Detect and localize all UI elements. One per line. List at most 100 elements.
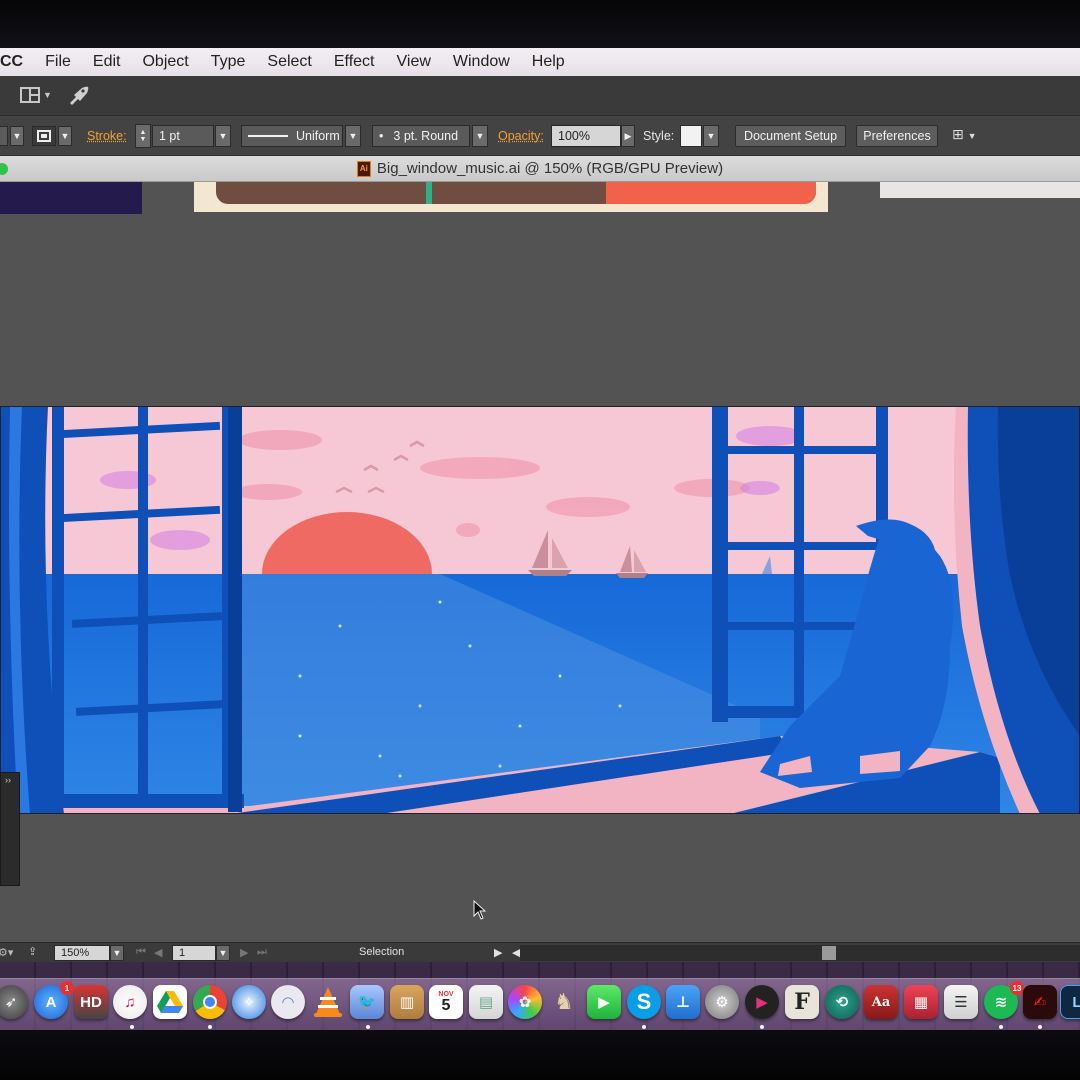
- chess-icon[interactable]: ♞: [547, 985, 581, 1019]
- system-preferences-icon[interactable]: ⚙: [705, 985, 739, 1019]
- brush-label: 3 pt. Round: [393, 129, 459, 143]
- brush-select[interactable]: • 3 pt. Round: [372, 125, 470, 147]
- status-menu-arrow[interactable]: ▶: [494, 946, 502, 959]
- arrange-documents-icon[interactable]: ⊞ ▼: [952, 126, 992, 146]
- window-sea-illustration[interactable]: [0, 406, 1080, 814]
- stroke-weight-input[interactable]: 1 pt: [152, 125, 214, 147]
- last-artboard-icon[interactable]: ⏭: [257, 946, 267, 959]
- style-swatch[interactable]: [680, 125, 702, 147]
- running-indicator: [130, 1025, 134, 1029]
- notes-icon[interactable]: ☰: [944, 985, 978, 1019]
- app-store-icon[interactable]: A1: [34, 981, 74, 1019]
- menu-type[interactable]: Type: [211, 53, 246, 71]
- stroke-profile-select[interactable]: Uniform: [241, 125, 343, 147]
- running-indicator: [999, 1025, 1003, 1029]
- stroke-weight-dropdown[interactable]: ▼: [215, 125, 231, 147]
- chrome-icon[interactable]: [193, 985, 227, 1019]
- horizontal-scrollbar[interactable]: [520, 945, 1080, 961]
- running-indicator: [760, 1025, 764, 1029]
- menu-object[interactable]: Object: [142, 53, 188, 71]
- status-bar: ⚙▾ ⇪ 150% ▼ ⏮ ◀ 1 ▼ ▶ ⏭ Selection ▶ ◀: [0, 942, 1080, 962]
- application-bar: ▼: [0, 76, 1080, 116]
- photo-booth-icon[interactable]: ▦: [904, 985, 938, 1019]
- artboard-left-preview: [0, 182, 142, 214]
- screen: CC File Edit Object Type Select Effect V…: [0, 48, 1080, 1048]
- menu-window[interactable]: Window: [453, 53, 510, 71]
- zoom-input[interactable]: 150%: [54, 945, 110, 961]
- previous-artboard-icon[interactable]: ◀: [154, 946, 162, 959]
- video-app-icon[interactable]: ▶: [745, 985, 779, 1019]
- fill-swatch[interactable]: [0, 126, 8, 146]
- calendar-day: 5: [441, 996, 451, 1014]
- dock: ➶ A1 HD ♫ ✧ ◠ 🐦 ▥ NOV 5 ▤ ✿ ♞ ▶ S ⊥ ⚙ ▶ …: [0, 978, 1080, 1034]
- calendar-icon[interactable]: NOV 5: [429, 985, 463, 1019]
- menu-edit[interactable]: Edit: [93, 53, 121, 71]
- menu-select[interactable]: Select: [267, 53, 311, 71]
- document-title[interactable]: Big_window_music.ai @ 150% (RGB/GPU Prev…: [377, 160, 723, 177]
- app-store-badge: 1: [60, 981, 74, 995]
- cloud-app-icon[interactable]: ◠: [271, 985, 305, 1019]
- opacity-input[interactable]: 100%: [551, 125, 621, 147]
- vlc-icon[interactable]: [311, 985, 345, 1019]
- contacts-icon[interactable]: ▥: [390, 985, 424, 1019]
- menu-app-name[interactable]: CC: [0, 53, 23, 71]
- stroke-profile-dropdown[interactable]: ▼: [345, 125, 361, 147]
- monitor-bezel-top: [0, 0, 1080, 48]
- photo-booth-hd-icon[interactable]: HD: [74, 985, 108, 1019]
- acrobat-icon[interactable]: ✍: [1023, 985, 1057, 1019]
- dictionary-icon[interactable]: Aa: [864, 985, 898, 1019]
- lightroom-icon[interactable]: L: [1060, 985, 1080, 1019]
- launchpad-icon[interactable]: ➶: [0, 985, 28, 1019]
- menu-effect[interactable]: Effect: [334, 53, 375, 71]
- menu-file[interactable]: File: [45, 53, 71, 71]
- document-tab-bar: Ai Big_window_music.ai @ 150% (RGB/GPU P…: [0, 156, 1080, 182]
- time-machine-icon[interactable]: ⟲: [825, 985, 859, 1019]
- opacity-slider-arrow[interactable]: ▶: [621, 125, 635, 147]
- spotify-badge: 13: [1010, 981, 1024, 995]
- stroke-swatch[interactable]: [32, 126, 56, 146]
- window-zoom-button[interactable]: [0, 163, 8, 175]
- safari-icon[interactable]: ✧: [232, 985, 266, 1019]
- collapsed-panel[interactable]: ››: [0, 772, 20, 886]
- itunes-icon[interactable]: ♫: [113, 985, 147, 1019]
- rocket-icon[interactable]: [68, 85, 90, 111]
- skype-icon[interactable]: S: [627, 985, 661, 1019]
- menu-view[interactable]: View: [397, 53, 431, 71]
- font-app-icon[interactable]: F: [785, 985, 819, 1019]
- zoom-dropdown[interactable]: ▼: [110, 945, 124, 961]
- artboard-canvas[interactable]: ››: [0, 182, 1080, 942]
- menu-bar: CC File Edit Object Type Select Effect V…: [0, 48, 1080, 76]
- share-icon[interactable]: ⇪: [28, 945, 37, 958]
- menu-help[interactable]: Help: [532, 53, 565, 71]
- first-artboard-icon[interactable]: ⏮: [136, 946, 146, 959]
- brush-dot-icon: •: [379, 129, 384, 143]
- style-dropdown[interactable]: ▼: [703, 125, 719, 147]
- opacity-label[interactable]: Opacity:: [498, 129, 544, 143]
- expand-panel-icon[interactable]: ››: [1, 773, 19, 785]
- gpu-icon[interactable]: ⚙▾: [0, 946, 13, 959]
- stroke-dropdown-arrow[interactable]: ▼: [58, 126, 72, 146]
- stroke-label[interactable]: Stroke:: [87, 129, 127, 143]
- photos-icon[interactable]: ✿: [508, 985, 542, 1019]
- brush-dropdown[interactable]: ▼: [472, 125, 488, 147]
- scrollbar-thumb[interactable]: [822, 946, 836, 960]
- document-setup-button[interactable]: Document Setup: [735, 125, 846, 147]
- preview-icon[interactable]: 🐦: [350, 985, 384, 1019]
- google-drive-icon[interactable]: [153, 985, 187, 1019]
- artboard-dropdown[interactable]: ▼: [216, 945, 230, 961]
- keynote-icon[interactable]: ⊥: [666, 985, 700, 1019]
- preferences-button[interactable]: Preferences: [856, 125, 938, 147]
- fill-dropdown-arrow[interactable]: ▼: [10, 126, 24, 146]
- illustrator-file-icon: Ai: [356, 160, 371, 177]
- facetime-icon[interactable]: ▶: [587, 985, 621, 1019]
- stroke-weight-stepper[interactable]: ▲ ▼: [135, 124, 151, 148]
- stroke-line-preview: [248, 135, 288, 137]
- next-artboard-icon[interactable]: ▶: [240, 946, 248, 959]
- running-indicator: [642, 1025, 646, 1029]
- image-capture-icon[interactable]: ▤: [469, 985, 503, 1019]
- spotify-icon[interactable]: ≋ 13: [984, 981, 1024, 1019]
- workspace-switcher[interactable]: ▼: [18, 84, 52, 106]
- artboard-right-preview: [880, 182, 1080, 198]
- mouse-pointer-icon: [473, 900, 487, 920]
- artboard-number-input[interactable]: 1: [172, 945, 216, 961]
